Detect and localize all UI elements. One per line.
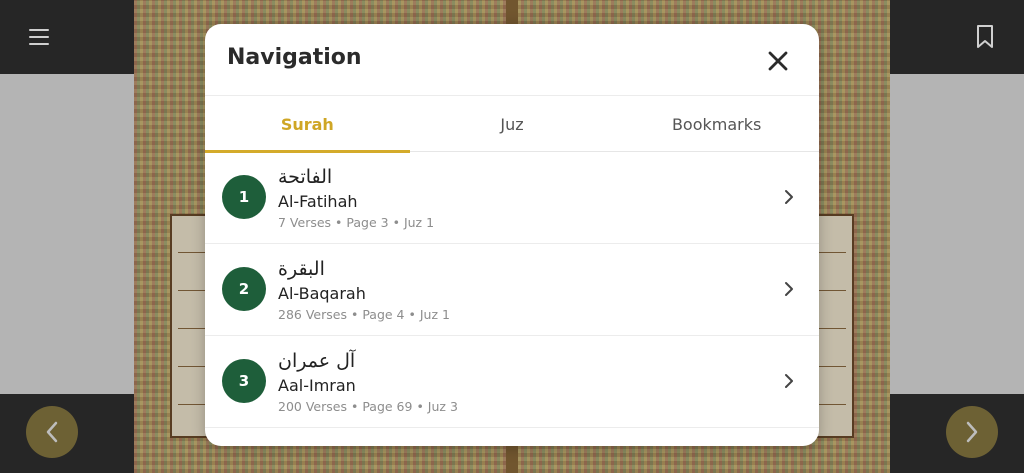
meta-separator: • (335, 215, 343, 230)
previous-page-button[interactable] (26, 406, 78, 458)
surah-verses: 286 Verses (278, 307, 347, 322)
meta-separator: • (408, 307, 416, 322)
surah-juz: Juz 1 (419, 307, 450, 322)
surah-name: Aal-Imran (278, 376, 356, 395)
chevron-left-icon (46, 421, 58, 443)
meta-separator: • (350, 399, 359, 414)
chevron-right-icon (785, 282, 793, 296)
modal-title: Navigation (227, 45, 362, 70)
meta-separator: • (392, 215, 400, 230)
next-page-button[interactable] (946, 406, 998, 458)
surah-juz: Juz 1 (403, 215, 435, 230)
surah-row-al-fatihah[interactable]: 1 الفاتحة Al-Fatihah 7 Verses • Page 3 •… (205, 152, 819, 244)
surah-number-badge: 2 (222, 267, 266, 311)
surah-page: Page 3 (346, 215, 389, 230)
surah-number-badge: 1 (222, 175, 266, 219)
surah-verses: 7 Verses (278, 215, 332, 230)
surah-page: Page 69 (362, 399, 413, 414)
chevron-right-icon (785, 190, 793, 204)
meta-separator: • (416, 399, 424, 414)
surah-verses: 200 Verses (278, 399, 347, 414)
tab-bookmarks[interactable]: Bookmarks (614, 96, 819, 152)
tab-juz[interactable]: Juz (410, 96, 615, 152)
navigation-modal: Navigation Surah Juz Bookmarks 1 الفاتحة… (205, 24, 819, 446)
tab-bar: Surah Juz Bookmarks (205, 96, 819, 153)
surah-page: Page 4 (362, 307, 405, 322)
surah-number-badge: 3 (222, 359, 266, 403)
surah-arabic-name: الفاتحة (278, 166, 333, 188)
surah-name: Al-Baqarah (278, 284, 366, 303)
surah-row-al-baqarah[interactable]: 2 البقرة Al-Baqarah 286 Verses • Page 4 … (205, 244, 819, 336)
surah-juz: Juz 3 (427, 399, 458, 414)
close-icon[interactable] (766, 49, 790, 73)
surah-meta: 200 Verses • Page 69 • Juz 3 (278, 399, 458, 414)
menu-icon[interactable] (29, 29, 49, 45)
surah-meta: 286 Verses • Page 4 • Juz 1 (278, 307, 450, 322)
surah-list: 1 الفاتحة Al-Fatihah 7 Verses • Page 3 •… (205, 152, 819, 428)
tab-surah[interactable]: Surah (205, 96, 410, 153)
surah-row-aal-imran[interactable]: 3 آل عمران Aal-Imran 200 Verses • Page 6… (205, 336, 819, 428)
surah-meta: 7 Verses • Page 3 • Juz 1 (278, 215, 434, 230)
surah-arabic-name: آل عمران (278, 350, 356, 372)
chevron-right-icon (785, 374, 793, 388)
surah-name: Al-Fatihah (278, 192, 358, 211)
modal-header: Navigation (205, 24, 819, 96)
chevron-right-icon (966, 421, 978, 443)
meta-separator: • (350, 307, 359, 322)
surah-arabic-name: البقرة (278, 258, 325, 280)
bookmark-icon[interactable] (976, 25, 994, 49)
